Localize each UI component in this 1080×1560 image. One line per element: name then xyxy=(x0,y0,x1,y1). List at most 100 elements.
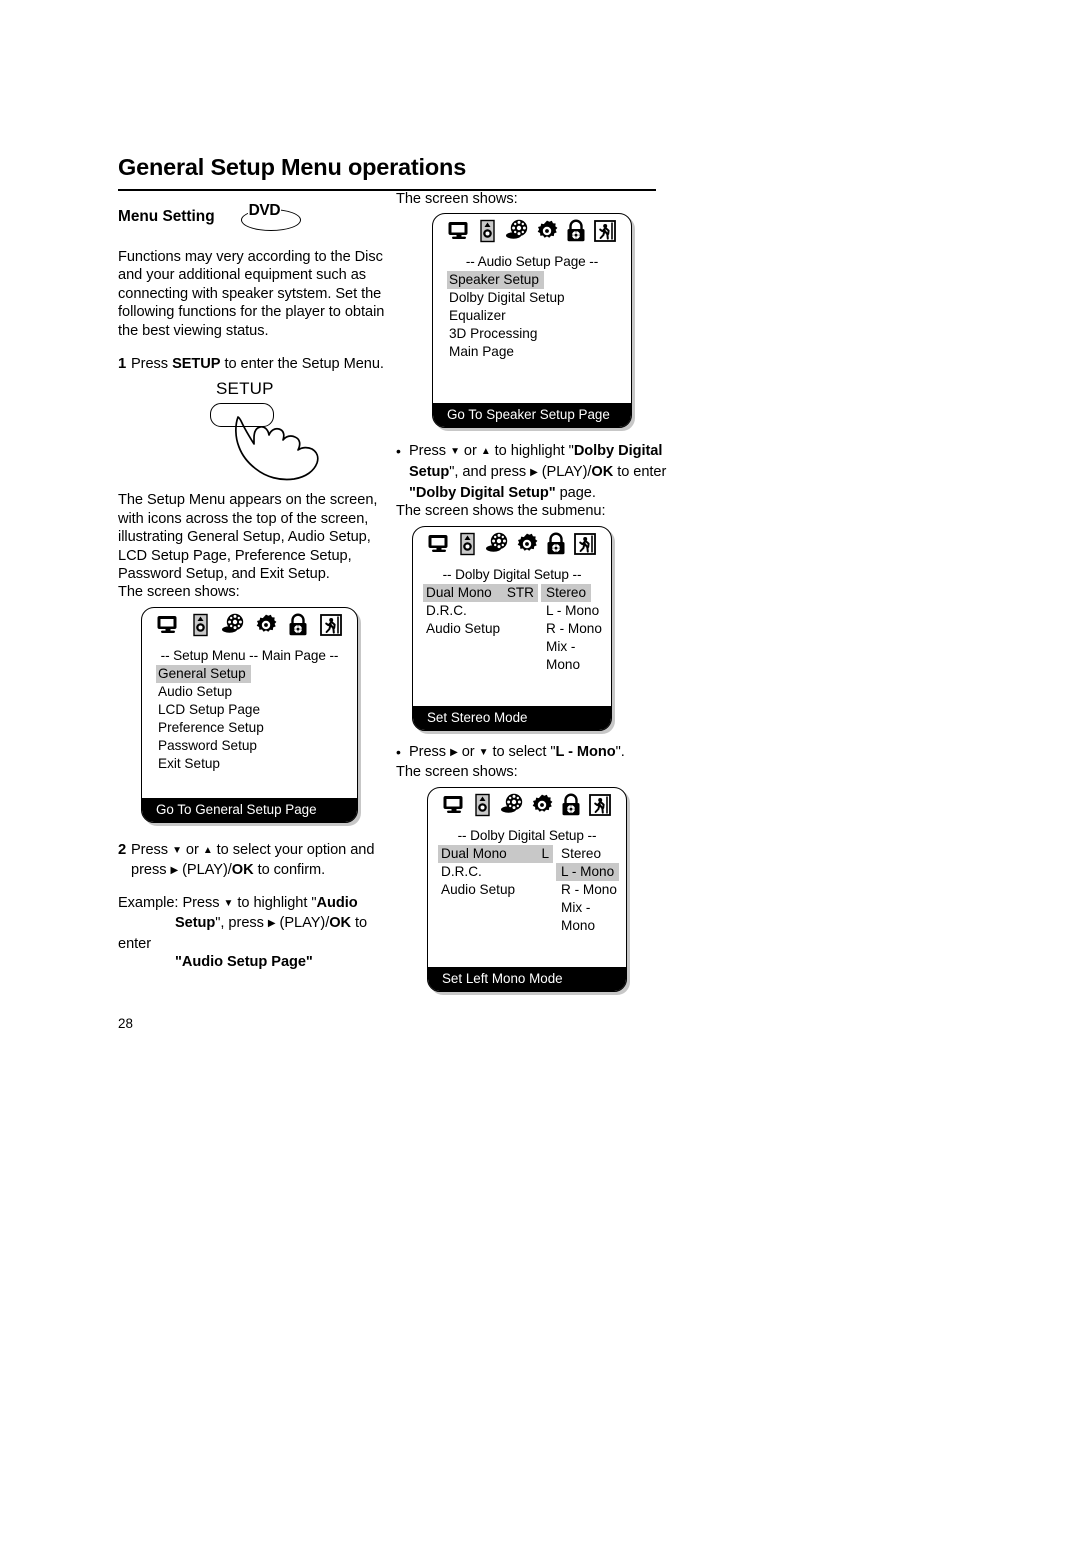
screen-audio-setup-header: -- Audio Setup Page -- xyxy=(465,254,599,270)
list-item[interactable]: 3D Processing xyxy=(447,325,542,343)
step-1-key: SETUP xyxy=(172,356,221,373)
step-2-text: Press or to select your option andpress … xyxy=(131,841,395,882)
exit-running-man-icon[interactable] xyxy=(572,531,598,557)
list-item[interactable]: L - Mono xyxy=(541,602,604,620)
example-bold-setup: Setup xyxy=(175,915,216,932)
step-2-a: Press xyxy=(131,841,173,858)
setup-button-label: SETUP xyxy=(216,379,274,399)
bullet-dolby-digital: • Press or to highlight "Dolby Digital Se… xyxy=(396,442,668,502)
bullet-select-lmono-text: Press or to select "L - Mono". xyxy=(409,743,668,764)
list-item[interactable]: L - Mono xyxy=(556,862,620,881)
exit-running-man-icon[interactable] xyxy=(587,792,613,818)
dvd-badge-label: DVD xyxy=(247,202,282,219)
right-screen-shows-label-2: The screen shows: xyxy=(396,764,518,781)
arrow-right-icon xyxy=(530,464,538,480)
setting-label: Audio Setup xyxy=(426,620,501,636)
right-screen-shows-submenu-label: The screen shows the submenu: xyxy=(396,503,606,520)
table-row[interactable]: D.R.C. xyxy=(438,863,553,881)
page-header: General Setup Menu operations xyxy=(118,155,656,191)
list-item[interactable]: Equalizer xyxy=(447,307,511,325)
table-row[interactable]: Dual Mono STR xyxy=(423,583,538,602)
step-1-text: Press SETUP to enter the Setup Menu. xyxy=(131,355,395,373)
b1-f: to enter xyxy=(613,464,667,480)
padlock-icon[interactable] xyxy=(285,612,311,638)
intro-paragraph: Functions may very according to the Disc… xyxy=(118,249,385,339)
speaker-icon[interactable] xyxy=(188,612,214,638)
list-item[interactable]: Stereo xyxy=(541,583,592,602)
list-item[interactable]: Dolby Digital Setup xyxy=(447,289,570,307)
step-2-f: to confirm. xyxy=(253,862,326,879)
screen-dolby-stereo-status: Set Stereo Mode xyxy=(413,705,611,730)
table-row[interactable]: Dual Mono L xyxy=(438,844,553,863)
list-item[interactable]: Password Setup xyxy=(156,737,262,755)
list-item[interactable]: Speaker Setup xyxy=(447,271,544,290)
exit-running-man-icon[interactable] xyxy=(318,612,344,638)
padlock-icon[interactable] xyxy=(563,218,589,244)
setting-value: L xyxy=(541,845,549,861)
b1-bold4: "Dolby Digital Setup" xyxy=(409,484,556,501)
gear-icon[interactable] xyxy=(253,612,279,638)
gear-icon[interactable] xyxy=(514,531,540,557)
screen-setup-main-header-right: Main Page -- xyxy=(261,647,339,663)
page-number: 28 xyxy=(118,1016,133,1031)
dvd-badge-icon: DVD xyxy=(240,202,301,232)
screen-setup-main: -- Setup Menu -- Main Page -- General Se… xyxy=(141,606,358,823)
padlock-icon[interactable] xyxy=(558,792,584,818)
speaker-icon[interactable] xyxy=(470,792,496,818)
screen-dolby-stereo-settings: Dual Mono STR D.R.C. Audio Setup xyxy=(423,583,538,674)
step-2-d: press xyxy=(131,862,171,879)
setting-label: D.R.C. xyxy=(441,863,482,879)
b1-g: page. xyxy=(555,484,596,501)
list-item[interactable]: Exit Setup xyxy=(156,755,225,773)
speaker-icon[interactable] xyxy=(475,218,501,244)
speaker-icon[interactable] xyxy=(455,531,481,557)
b1-e: (PLAY)/ xyxy=(537,464,592,480)
step-1-text-after: to enter the Setup Menu. xyxy=(220,356,384,373)
b1-bold3: OK xyxy=(591,464,614,480)
screen-setup-main-status: Go To General Setup Page xyxy=(142,797,357,822)
film-reel-icon[interactable] xyxy=(504,218,530,244)
step-1-text-before: Press xyxy=(131,356,173,373)
step-1: 1 Press SETUP to enter the Setup Menu. xyxy=(118,355,395,373)
list-item[interactable]: Mix - Mono xyxy=(541,638,611,674)
b1-a: Press xyxy=(409,443,451,460)
table-row[interactable]: Audio Setup xyxy=(423,620,538,638)
arrow-right-icon xyxy=(268,915,276,931)
list-item[interactable]: General Setup xyxy=(156,664,251,683)
table-row[interactable]: Audio Setup xyxy=(438,881,553,899)
page-title: General Setup Menu operations xyxy=(118,154,467,180)
screen-audio-setup-iconbar xyxy=(433,214,631,248)
gear-icon[interactable] xyxy=(529,792,555,818)
arrow-up-icon xyxy=(203,842,213,858)
list-item[interactable]: Audio Setup xyxy=(156,683,237,701)
film-reel-icon[interactable] xyxy=(220,612,246,638)
screen-dolby-stereo: -- Dolby Digital Setup -- Dual Mono STR D… xyxy=(412,525,612,731)
arrow-up-icon xyxy=(481,443,491,459)
list-item[interactable]: Stereo xyxy=(556,845,606,863)
monitor-icon[interactable] xyxy=(155,612,181,638)
padlock-icon[interactable] xyxy=(543,531,569,557)
list-item[interactable]: R - Mono xyxy=(541,620,607,638)
exit-running-man-icon[interactable] xyxy=(592,218,618,244)
gear-icon[interactable] xyxy=(534,218,560,244)
table-row[interactable]: D.R.C. xyxy=(423,602,538,620)
menu-setting-label: Menu Setting xyxy=(118,208,215,225)
monitor-icon[interactable] xyxy=(441,792,467,818)
monitor-icon[interactable] xyxy=(426,531,452,557)
list-item[interactable]: R - Mono xyxy=(556,881,622,899)
pointing-hand-icon xyxy=(235,416,319,481)
setting-label: Audio Setup xyxy=(441,881,516,897)
setting-value: STR xyxy=(506,584,534,600)
film-reel-icon[interactable] xyxy=(499,792,525,818)
monitor-icon[interactable] xyxy=(446,218,472,244)
list-item[interactable]: Preference Setup xyxy=(156,719,269,737)
list-item[interactable]: Main Page xyxy=(447,343,519,361)
film-reel-icon[interactable] xyxy=(484,531,510,557)
list-item[interactable]: LCD Setup Page xyxy=(156,701,265,719)
b1-b: or xyxy=(459,443,481,460)
step-2-e: (PLAY)/ xyxy=(178,862,232,879)
list-item[interactable]: Mix - Mono xyxy=(556,899,626,935)
arrow-down-icon xyxy=(479,744,489,760)
right-screen-shows-label: The screen shows: xyxy=(396,191,518,207)
screen-dolby-lmono-settings: Dual Mono L D.R.C. Audio Setup xyxy=(438,844,553,935)
